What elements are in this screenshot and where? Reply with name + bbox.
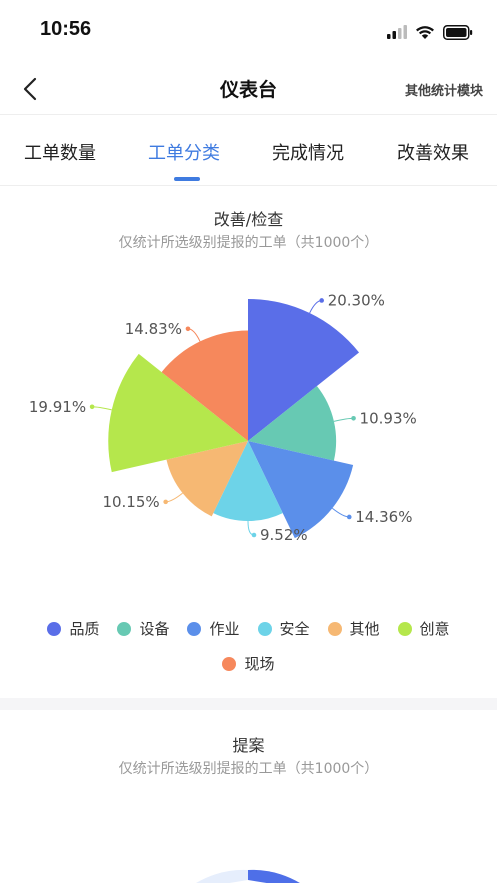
- cellular-signal-icon: [387, 25, 407, 39]
- active-tab-indicator: [174, 177, 200, 181]
- label-leader-line-2: [333, 417, 354, 422]
- proposal-pie-slice-light: [196, 869, 248, 883]
- pie-data-label-7: 14.83%: [125, 320, 182, 338]
- legend-row: 品质 设备 作业 安全 其他 创意: [0, 618, 497, 639]
- legend-label: 创意: [419, 620, 450, 638]
- pie-data-label-4: 9.52%: [260, 526, 308, 544]
- legend-item[interactable]: 设备: [117, 618, 169, 639]
- legend-color-dot: [327, 621, 342, 636]
- legend-label: 设备: [139, 620, 170, 638]
- pie-data-label-3: 14.36%: [355, 508, 412, 526]
- label-leader-line-3: [331, 507, 350, 518]
- tab-improvement-effect[interactable]: 改善效果: [397, 139, 469, 165]
- legend-color-dot: [47, 621, 62, 636]
- legend-item[interactable]: 创意: [397, 618, 450, 639]
- legend-row: 现场: [0, 653, 497, 674]
- other-modules-button[interactable]: 其他统计模块: [405, 80, 483, 99]
- label-dot-7: [185, 326, 191, 332]
- legend-item[interactable]: 现场: [222, 653, 275, 674]
- pie-data-label-2: 10.93%: [360, 409, 417, 427]
- label-leader-line-5: [165, 492, 183, 503]
- tab-completion[interactable]: 完成情况: [272, 139, 344, 165]
- label-dot-4: [251, 532, 257, 538]
- tab-ticket-count[interactable]: 工单数量: [24, 139, 96, 165]
- proposal-pie-slice-blue: [248, 869, 300, 883]
- wifi-icon: [416, 25, 434, 39]
- legend-color-dot: [257, 621, 272, 636]
- label-dot-2: [351, 415, 356, 421]
- status-icons: [387, 22, 473, 42]
- legend-item[interactable]: 其他: [327, 618, 380, 639]
- proposal-pie-chart: [196, 869, 300, 883]
- nav-bar: 仪表台 其他统计模块: [0, 64, 497, 114]
- label-leader-line-1: [309, 299, 322, 314]
- label-dot-1: [319, 298, 324, 303]
- pie-data-label-1: 20.30%: [328, 291, 385, 309]
- pie-data-label-5: 10.15%: [102, 493, 159, 511]
- chart-legend: 品质 设备 作业 安全 其他 创意现场: [0, 618, 497, 688]
- label-dot-3: [346, 514, 352, 520]
- pie-data-label-6: 19.91%: [29, 398, 86, 416]
- legend-label: 作业: [209, 620, 240, 638]
- label-leader-line-6: [92, 406, 112, 411]
- tab-ticket-category[interactable]: 工单分类: [148, 139, 220, 165]
- label-dot-6: [89, 404, 95, 410]
- legend-color-dot: [222, 656, 237, 671]
- chevron-left-icon: [23, 77, 37, 101]
- legend-item[interactable]: 品质: [47, 618, 99, 639]
- tab-bar: 工单数量 工单分类 完成情况 改善效果: [0, 114, 497, 186]
- chart-card-improvement-inspection: 改善/检查 仅统计所选级别提报的工单（共1000个） 20.30% 10.93% 1…: [0, 186, 497, 698]
- legend-color-dot: [187, 621, 202, 636]
- chart-title-proposal: 提案: [232, 736, 265, 755]
- rose-pie-chart: 20.30% 10.93% 14.36% 9.52% 10.15% 19.91% 14.83…: [29, 291, 417, 544]
- chart-card-proposal: 提案 仅统计所选级别提报的工单（共1000个）: [0, 710, 497, 883]
- legend-label: 品质: [69, 620, 100, 638]
- legend-label: 现场: [244, 655, 275, 673]
- status-time: 10:56: [40, 18, 92, 40]
- chart-title: 改善/检查: [213, 210, 284, 229]
- legend-item[interactable]: 作业: [187, 618, 240, 639]
- label-leader-line-7: [187, 328, 201, 342]
- label-dot-5: [163, 499, 168, 505]
- legend-item[interactable]: 安全: [257, 618, 310, 639]
- battery-icon: [443, 24, 473, 40]
- chart-subtitle: 仅统计所选级别提报的工单（共1000个）: [118, 235, 379, 251]
- legend-color-dot: [397, 621, 412, 636]
- status-bar: 10:56: [0, 0, 497, 64]
- legend-label: 安全: [279, 620, 310, 638]
- chart-subtitle-proposal: 仅统计所选级别提报的工单（共1000个）: [118, 761, 379, 777]
- back-button[interactable]: [16, 74, 46, 104]
- legend-color-dot: [117, 621, 132, 636]
- legend-label: 其他: [349, 620, 380, 638]
